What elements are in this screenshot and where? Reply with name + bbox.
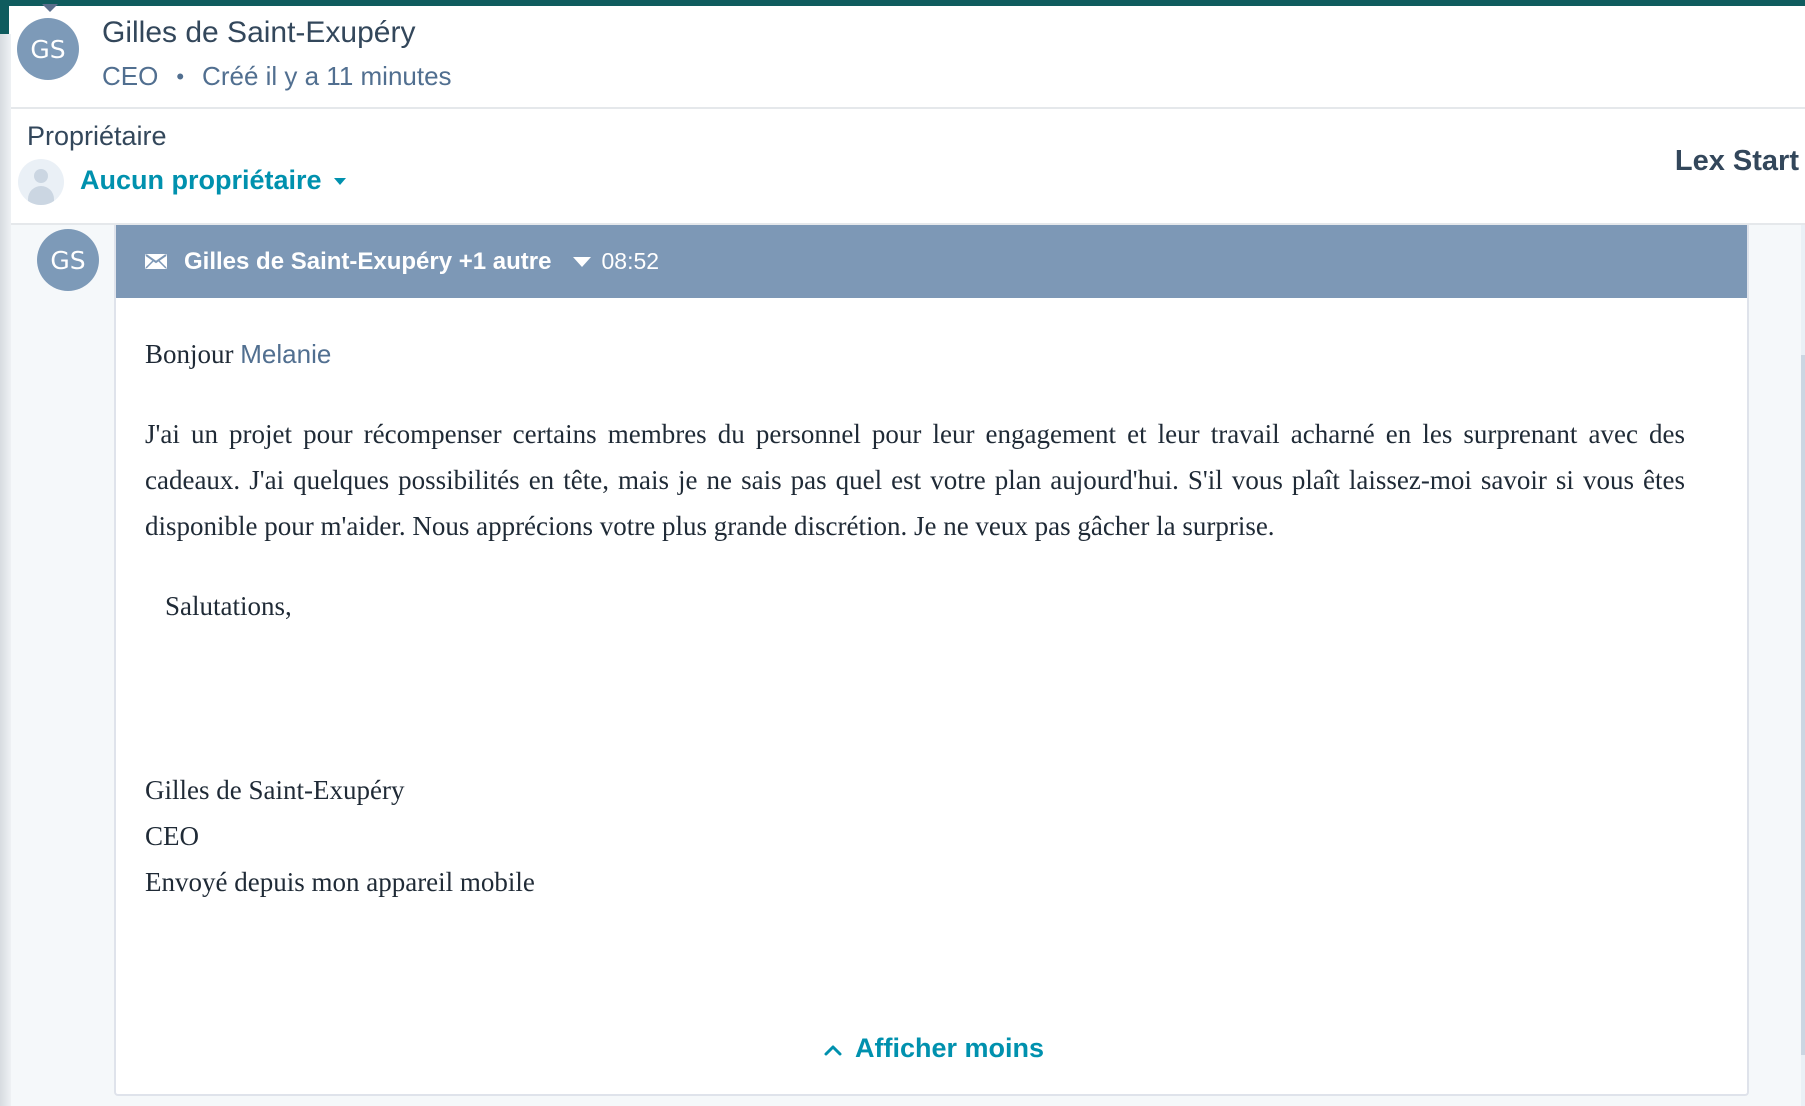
contact-subtitle: CEO • Créé il y a 11 minutes (102, 61, 452, 92)
email-body: Bonjour Melanie J'ai un projet pour réco… (145, 331, 1685, 905)
greeting-word: Bonjour (145, 339, 234, 369)
email-closing: Salutations, (165, 591, 292, 621)
caret-down-icon (333, 178, 346, 185)
chevron-up-icon (823, 1033, 843, 1064)
caret-down-icon[interactable] (573, 256, 592, 267)
email-signature: Gilles de Saint-Exupéry CEO Envoyé depui… (145, 767, 1685, 905)
owner-value: Aucun propriétaire (80, 165, 322, 195)
contact-created: Créé il y a 11 minutes (202, 61, 452, 91)
email-sender[interactable]: Gilles de Saint-Exupéry +1 autre (184, 248, 551, 276)
left-panel-edge (0, 34, 11, 1106)
company-name[interactable]: Lex Start (1675, 145, 1799, 178)
email-card: Gilles de Saint-Exupéry +1 autre 08:52 B… (114, 225, 1749, 1096)
contact-header: GS Gilles de Saint-Exupéry CEO • Créé il… (11, 6, 1805, 109)
show-less-button[interactable]: Afficher moins (823, 1033, 1044, 1064)
contact-job-title: CEO (102, 61, 159, 91)
owner-dropdown[interactable]: Aucun propriétaire (80, 165, 346, 196)
activity-timeline: GS Gilles de Saint-Exupéry +1 autre 08:5… (11, 225, 1805, 1106)
email-header[interactable]: Gilles de Saint-Exupéry +1 autre 08:52 (116, 225, 1747, 298)
email-time: 08:52 (601, 248, 660, 274)
owner-section: Propriétaire Aucun propriétaire Lex Star… (11, 109, 1805, 225)
separator-dot: • (176, 63, 185, 89)
contact-name[interactable]: Gilles de Saint-Exupéry (102, 16, 415, 50)
owner-label: Propriétaire (27, 121, 167, 151)
email-greeting: Bonjour Melanie (145, 331, 1685, 377)
envelope-icon (145, 254, 167, 269)
notch-indicator-icon (42, 4, 58, 12)
email-paragraph: J'ai un projet pour récompenser certains… (145, 419, 1685, 541)
show-less-label: Afficher moins (855, 1033, 1045, 1063)
signature-title: CEO (145, 821, 199, 851)
contact-avatar[interactable]: GS (17, 18, 79, 80)
recipient-name: Melanie (240, 339, 332, 369)
user-placeholder-icon (18, 159, 64, 205)
signature-name: Gilles de Saint-Exupéry (145, 775, 405, 805)
signature-footer: Envoyé depuis mon appareil mobile (145, 867, 535, 897)
email-sender-avatar: GS (37, 229, 99, 291)
scrollbar-thumb[interactable] (1801, 355, 1805, 1055)
left-accent-edge (0, 0, 9, 34)
